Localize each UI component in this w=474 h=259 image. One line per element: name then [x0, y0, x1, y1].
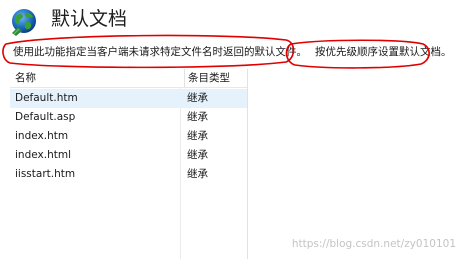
list-rows: Default.htm 继承 Default.asp 继承 index.htm …	[10, 89, 247, 184]
page-title: 默认文档	[51, 8, 128, 30]
list-item[interactable]: Default.asp 继承	[10, 108, 247, 127]
list-item-entry-type: 继承	[187, 92, 208, 104]
page-header: 默认文档	[0, 0, 474, 40]
globe-icon	[12, 9, 36, 36]
list-item-name: Default.asp	[15, 111, 76, 123]
description-part-2: 按优先级顺序设置默认文档。	[315, 46, 452, 58]
column-header-entry-type[interactable]: 条目类型	[184, 69, 246, 87]
list-item-entry-type: 继承	[187, 111, 208, 123]
list-header: 名称 条目类型	[10, 69, 247, 88]
list-item-name: index.html	[15, 149, 71, 161]
list-item-entry-type: 继承	[187, 130, 208, 142]
list-item[interactable]: iisstart.htm 继承	[10, 165, 247, 184]
list-item-name: iisstart.htm	[15, 168, 76, 180]
default-document-page: 默认文档 使用此功能指定当客户端未请求特定文件名时返回的默认文件。 按优先级顺序设…	[0, 0, 474, 259]
list-item-name: Default.htm	[15, 92, 78, 104]
watermark-text: https://blog.csdn.net/zy010101	[291, 238, 456, 250]
list-item-name: index.htm	[15, 130, 69, 142]
list-item[interactable]: Default.htm 继承	[10, 89, 247, 108]
column-header-name[interactable]: 名称	[15, 69, 185, 87]
list-item[interactable]: index.html 继承	[10, 146, 247, 165]
description-part-1: 使用此功能指定当客户端未请求特定文件名时返回的默认文件。	[13, 46, 307, 58]
list-item-entry-type: 继承	[187, 149, 208, 161]
default-documents-list[interactable]: 名称 条目类型 Default.htm 继承 Default.asp 继承 in…	[10, 69, 248, 259]
list-item-entry-type: 继承	[187, 168, 208, 180]
list-item[interactable]: index.htm 继承	[10, 127, 247, 146]
page-description: 使用此功能指定当客户端未请求特定文件名时返回的默认文件。 按优先级顺序设置默认文档…	[13, 45, 452, 59]
